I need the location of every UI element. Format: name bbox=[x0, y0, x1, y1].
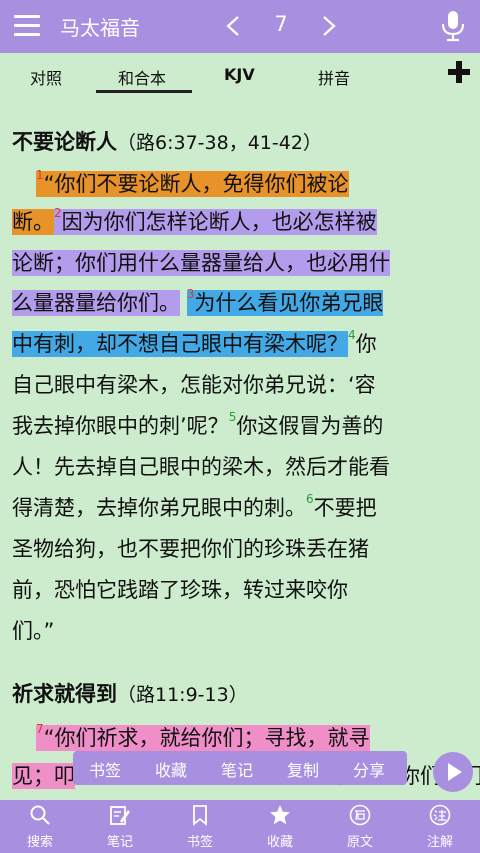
section-title: 祈求就得到 bbox=[12, 682, 117, 706]
nav-search[interactable]: 搜索 bbox=[0, 800, 80, 853]
search-icon bbox=[30, 805, 50, 825]
verse-line[interactable]: 前，恐怕它践踏了珍珠，转过来咬你 bbox=[12, 572, 348, 608]
verse-number: 1 bbox=[36, 168, 44, 182]
verse-line[interactable]: 得清楚，去掉你弟兄眼中的刺。6不要把 bbox=[12, 490, 377, 526]
active-tab-indicator bbox=[96, 90, 192, 93]
verse-number: 4 bbox=[348, 328, 356, 342]
original-text-icon bbox=[349, 804, 371, 826]
section-reference: （路6:37-38，41-42） bbox=[117, 132, 322, 154]
verse-line[interactable]: 自己眼中有梁木，怎能对你弟兄说：‘容 bbox=[12, 367, 376, 403]
verse-line[interactable]: 人！先去掉自己眼中的梁木，然后才能看 bbox=[12, 449, 390, 485]
annotation-icon bbox=[429, 804, 451, 826]
verse-line[interactable]: 么量器量给你们。 3为什么看见你弟兄眼 bbox=[12, 285, 384, 321]
note-action-button[interactable]: 笔记 bbox=[221, 757, 253, 781]
chevron-right-icon[interactable] bbox=[316, 14, 340, 38]
section-title: 不要论断人 bbox=[12, 130, 117, 154]
bottom-navigation: 搜索 笔记 书签 收藏 原文 注解 bbox=[0, 800, 480, 853]
top-bar: 马太福音 7 bbox=[0, 0, 480, 53]
book-title[interactable]: 马太福音 bbox=[60, 12, 140, 41]
share-action-button[interactable]: 分享 bbox=[353, 757, 385, 781]
hamburger-menu-icon[interactable] bbox=[14, 15, 40, 37]
microphone-icon[interactable] bbox=[440, 10, 466, 42]
star-icon bbox=[270, 805, 290, 825]
verse-number: 7 bbox=[36, 722, 44, 736]
verse-line[interactable]: 断。2因为你们怎样论断人，也必怎样被 bbox=[12, 204, 377, 240]
nav-favorites[interactable]: 收藏 bbox=[240, 800, 320, 853]
nav-notes[interactable]: 笔记 bbox=[80, 800, 160, 853]
verse-line[interactable]: 1“你们不要论断人，免得你们被论 bbox=[36, 166, 349, 202]
verse-line[interactable]: 我去掉你眼中的刺’呢？5你这假冒为善的 bbox=[12, 408, 383, 444]
nav-annotations[interactable]: 注解 bbox=[400, 800, 480, 853]
bookmark-action-button[interactable]: 书签 bbox=[89, 757, 121, 781]
chevron-left-icon[interactable] bbox=[222, 14, 246, 38]
verse-line[interactable]: 论断；你们用什么量器量给人，也必用什 bbox=[12, 245, 390, 281]
copy-action-button[interactable]: 复制 bbox=[287, 757, 319, 781]
verse-number: 2 bbox=[54, 206, 62, 220]
section-reference: （路11:9-13） bbox=[117, 684, 248, 706]
nav-original-text[interactable]: 原文 bbox=[320, 800, 400, 853]
nav-bookmarks[interactable]: 书签 bbox=[160, 800, 240, 853]
text-action-menu: 书签 收藏 笔记 复制 分享 bbox=[73, 751, 407, 785]
verse-number: 6 bbox=[306, 492, 314, 506]
verse-line[interactable]: 圣物给狗，也不要把你们的珍珠丢在猪 bbox=[12, 531, 369, 567]
bookmark-icon bbox=[193, 805, 207, 826]
verse-line[interactable]: 中有刺，却不想自己眼中有梁木呢？4你 bbox=[12, 326, 377, 362]
tab-pinyin[interactable]: 拼音 bbox=[318, 65, 350, 89]
tab-cuv[interactable]: 和合本 bbox=[118, 65, 166, 89]
plus-icon[interactable] bbox=[446, 59, 472, 85]
play-icon[interactable] bbox=[433, 752, 473, 792]
tab-compare[interactable]: 对照 bbox=[30, 65, 62, 89]
chapter-number[interactable]: 7 bbox=[264, 12, 298, 36]
section-heading: 不要论断人（路6:37-38，41-42） bbox=[12, 124, 322, 160]
note-edit-icon bbox=[110, 806, 130, 825]
verse-line[interactable]: 们。” bbox=[12, 613, 54, 649]
favorite-action-button[interactable]: 收藏 bbox=[155, 757, 187, 781]
section-heading: 祈求就得到（路11:9-13） bbox=[12, 676, 248, 712]
version-tabs: 对照 和合本 KJV 拼音 bbox=[0, 53, 480, 97]
tab-kjv[interactable]: KJV bbox=[224, 65, 255, 84]
